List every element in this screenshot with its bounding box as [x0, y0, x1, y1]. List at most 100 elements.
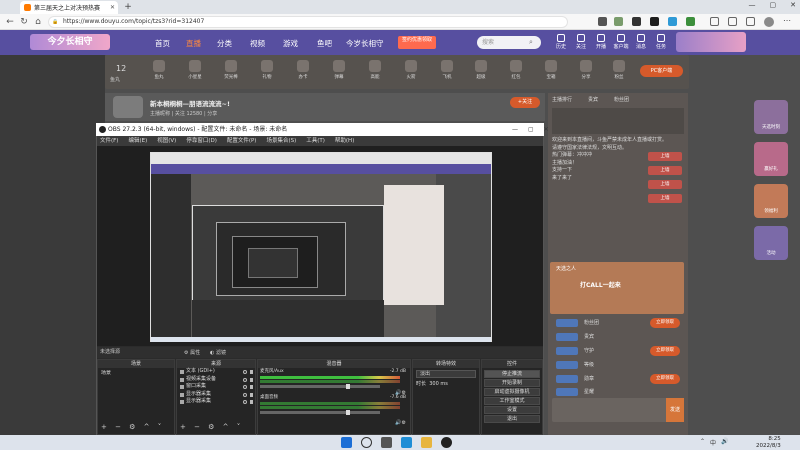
- gift-item[interactable]: 火箭: [400, 60, 422, 80]
- menu-scene-collection[interactable]: 场景集合(S): [266, 136, 296, 146]
- gift-item[interactable]: 荧光棒: [220, 60, 242, 80]
- maximize-button[interactable]: ▢: [528, 123, 534, 136]
- task-view-icon[interactable]: [381, 437, 392, 448]
- nav-live[interactable]: 直播: [186, 38, 201, 49]
- message-icon[interactable]: 消息: [632, 34, 650, 50]
- claim-button[interactable]: 立即领取: [650, 346, 680, 356]
- edge-icon[interactable]: [401, 437, 412, 448]
- menu-view[interactable]: 视图(V): [157, 136, 176, 146]
- properties-button[interactable]: ⚙ 属性: [184, 349, 200, 356]
- gift-item[interactable]: 分享: [575, 60, 597, 80]
- extension-icon[interactable]: [686, 17, 695, 26]
- gift-item[interactable]: 宝箱: [540, 60, 562, 80]
- home-icon[interactable]: ⌂: [32, 16, 44, 28]
- nav-event[interactable]: 今岁长相守: [346, 38, 384, 49]
- side-ad[interactable]: 活动: [754, 226, 788, 260]
- close-window-button[interactable]: ✕: [790, 1, 796, 13]
- chat-badge[interactable]: 上墙: [648, 166, 682, 175]
- gift-item[interactable]: 超级: [470, 60, 492, 80]
- follow-icon[interactable]: 关注: [572, 34, 590, 50]
- menu-edit[interactable]: 编辑(E): [128, 136, 147, 146]
- minimize-button[interactable]: —: [512, 123, 518, 136]
- gift-item[interactable]: 飞机: [436, 60, 458, 80]
- source-toolbar[interactable]: + − ⚙ ^ ˅: [180, 423, 243, 431]
- nav-video[interactable]: 视频: [250, 38, 265, 49]
- close-window-button[interactable]: ✕: [544, 123, 549, 136]
- file-explorer-icon[interactable]: [421, 437, 432, 448]
- mixer-controls[interactable]: 🔊⚙: [392, 420, 406, 427]
- refresh-icon[interactable]: ↻: [18, 16, 30, 28]
- chat-input[interactable]: [552, 398, 684, 422]
- broadcast-icon[interactable]: 开播: [592, 34, 610, 50]
- menu-docks[interactable]: 停靠窗口(D): [186, 136, 217, 146]
- volume-icon[interactable]: 🔊: [721, 438, 728, 447]
- collections-icon[interactable]: [728, 17, 737, 26]
- side-ad[interactable]: 领福利: [754, 184, 788, 218]
- obs-taskbar-icon[interactable]: [441, 437, 452, 448]
- browser-tab[interactable]: 第三届天之上对决预热赛 ✕: [20, 1, 118, 14]
- extension-icon[interactable]: [650, 17, 659, 26]
- side-ad[interactable]: 赢好礼: [754, 142, 788, 176]
- menu-help[interactable]: 帮助(H): [335, 136, 354, 146]
- close-tab-icon[interactable]: ✕: [110, 4, 115, 11]
- exit-button[interactable]: 退出: [484, 415, 540, 423]
- scene-item[interactable]: 场景: [98, 370, 174, 378]
- studio-mode-button[interactable]: 工作室模式: [484, 397, 540, 405]
- start-recording-button[interactable]: 开始录制: [484, 379, 540, 387]
- address-bar[interactable]: https://www.douyu.com/topic/tzs3?rid=312…: [48, 16, 568, 28]
- gift-item[interactable]: 礼物: [256, 60, 278, 80]
- search-icon[interactable]: [361, 437, 372, 448]
- tab-rank[interactable]: 主播排行: [552, 96, 572, 103]
- gift-item[interactable]: 粉丝: [608, 60, 630, 80]
- settings-button[interactable]: 设置: [484, 406, 540, 414]
- tray-chevron-icon[interactable]: ⌃: [700, 438, 705, 447]
- pc-client-button[interactable]: PC客户端: [640, 65, 683, 77]
- chat-badge[interactable]: 上墙: [648, 152, 682, 161]
- search-icon[interactable]: ⌕: [529, 38, 533, 47]
- profile-avatar[interactable]: [764, 17, 774, 27]
- client-icon[interactable]: 客户端: [612, 34, 630, 50]
- gift-item[interactable]: 小星星: [184, 60, 206, 80]
- volume-fader[interactable]: [260, 384, 380, 389]
- side-ad[interactable]: 天选时刻: [754, 100, 788, 134]
- menu-tools[interactable]: 工具(T): [306, 136, 325, 146]
- gift-item[interactable]: 弹幕: [328, 60, 350, 80]
- browser-menu-icon[interactable]: ⋯: [783, 16, 791, 25]
- gift-item[interactable]: 红包: [505, 60, 527, 80]
- gift-item[interactable]: 鱼丸: [148, 60, 170, 80]
- duration-input[interactable]: 300 ms: [429, 381, 448, 387]
- read-aloud-icon[interactable]: [598, 17, 607, 26]
- extension-icon[interactable]: [632, 17, 641, 26]
- source-item[interactable]: 视频采集设备: [177, 376, 255, 384]
- menu-file[interactable]: 文件(F): [100, 136, 118, 146]
- gift-item[interactable]: 办卡: [292, 60, 314, 80]
- chat-badge[interactable]: 上墙: [648, 194, 682, 203]
- transition-select[interactable]: 淡出: [416, 370, 476, 378]
- chat-badge[interactable]: 上墙: [648, 180, 682, 189]
- source-item[interactable]: 文本 (GDI+): [177, 368, 255, 376]
- new-tab-button[interactable]: +: [122, 1, 134, 13]
- tab-vip[interactable]: 贵宾: [588, 96, 598, 103]
- claim-button[interactable]: 立即领取: [650, 318, 680, 328]
- history-icon[interactable]: 历史: [552, 34, 570, 50]
- stop-streaming-button[interactable]: 停止推流: [484, 370, 540, 378]
- nav-category[interactable]: 分类: [217, 38, 232, 49]
- start-icon[interactable]: [341, 437, 352, 448]
- ime-icon[interactable]: 中: [710, 438, 716, 447]
- streamer-avatar[interactable]: [113, 96, 143, 118]
- filters-button[interactable]: ◐ 滤镜: [210, 349, 226, 356]
- scene-toolbar[interactable]: + − ⚙ ^ ˅: [101, 423, 164, 431]
- task-icon[interactable]: 任务: [652, 34, 670, 50]
- extension-icon[interactable]: [614, 17, 623, 26]
- share-icon[interactable]: [746, 17, 755, 26]
- back-icon[interactable]: ←: [4, 16, 16, 28]
- menu-profile[interactable]: 配置文件(P): [227, 136, 257, 146]
- follow-button[interactable]: +关注: [510, 97, 540, 108]
- nav-game[interactable]: 游戏: [283, 38, 298, 49]
- tab-fans[interactable]: 粉丝团: [614, 96, 629, 103]
- source-item[interactable]: 窗口采集: [177, 383, 255, 391]
- clock[interactable]: 8:25 2022/8/3: [756, 436, 781, 449]
- gift-item[interactable]: 高能: [364, 60, 386, 80]
- virtual-camera-button[interactable]: 启动虚拟摄像机: [484, 388, 540, 396]
- promo-button[interactable]: 签约优惠领取: [398, 36, 436, 49]
